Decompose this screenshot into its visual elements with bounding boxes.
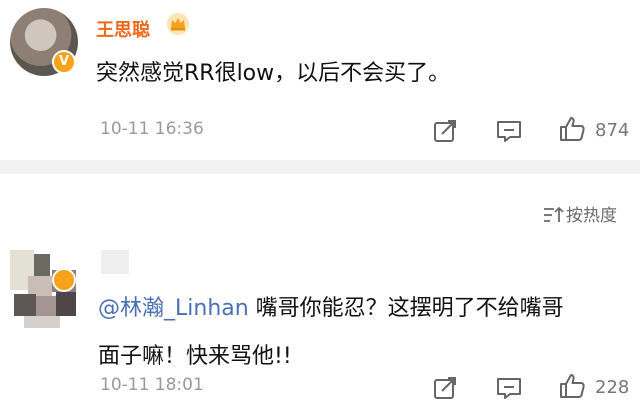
username-blurred bbox=[101, 250, 129, 274]
username[interactable]: 王思聪 bbox=[96, 16, 150, 42]
crown-icon bbox=[167, 13, 189, 35]
separator bbox=[0, 160, 640, 174]
comment-text: 突然感觉RR很low，以后不会买了。 bbox=[96, 61, 451, 86]
comment-text-line1: 嘴哥你能忍？这摆明了不给嘴哥 bbox=[248, 296, 564, 321]
repost-icon[interactable] bbox=[431, 374, 459, 402]
like-icon[interactable] bbox=[558, 372, 586, 400]
like-count: 874 bbox=[595, 120, 630, 141]
timestamp: 10-11 16:36 bbox=[100, 119, 204, 139]
sort-by-hot-button[interactable]: 按热度 bbox=[566, 201, 617, 226]
comment-text: @林瀚_Linhan 嘴哥你能忍？这摆明了不给嘴哥 bbox=[98, 290, 564, 322]
comment-text-line2: 面子嘛！快来骂他!! bbox=[98, 344, 292, 369]
like-icon[interactable] bbox=[558, 115, 586, 143]
comment-icon[interactable] bbox=[495, 374, 523, 402]
comment-icon[interactable] bbox=[495, 117, 523, 145]
verified-v-icon: V bbox=[52, 50, 76, 74]
sort-icon[interactable] bbox=[542, 204, 564, 224]
verified-v-icon bbox=[52, 268, 76, 292]
comment-card: V 王思聪 突然感觉RR很low，以后不会买了。 10-11 16:36 874 bbox=[0, 0, 640, 160]
like-count: 228 bbox=[595, 377, 630, 398]
mention-link[interactable]: @林瀚_Linhan bbox=[98, 296, 249, 321]
repost-icon[interactable] bbox=[431, 117, 459, 145]
timestamp: 10-11 18:01 bbox=[100, 375, 204, 395]
